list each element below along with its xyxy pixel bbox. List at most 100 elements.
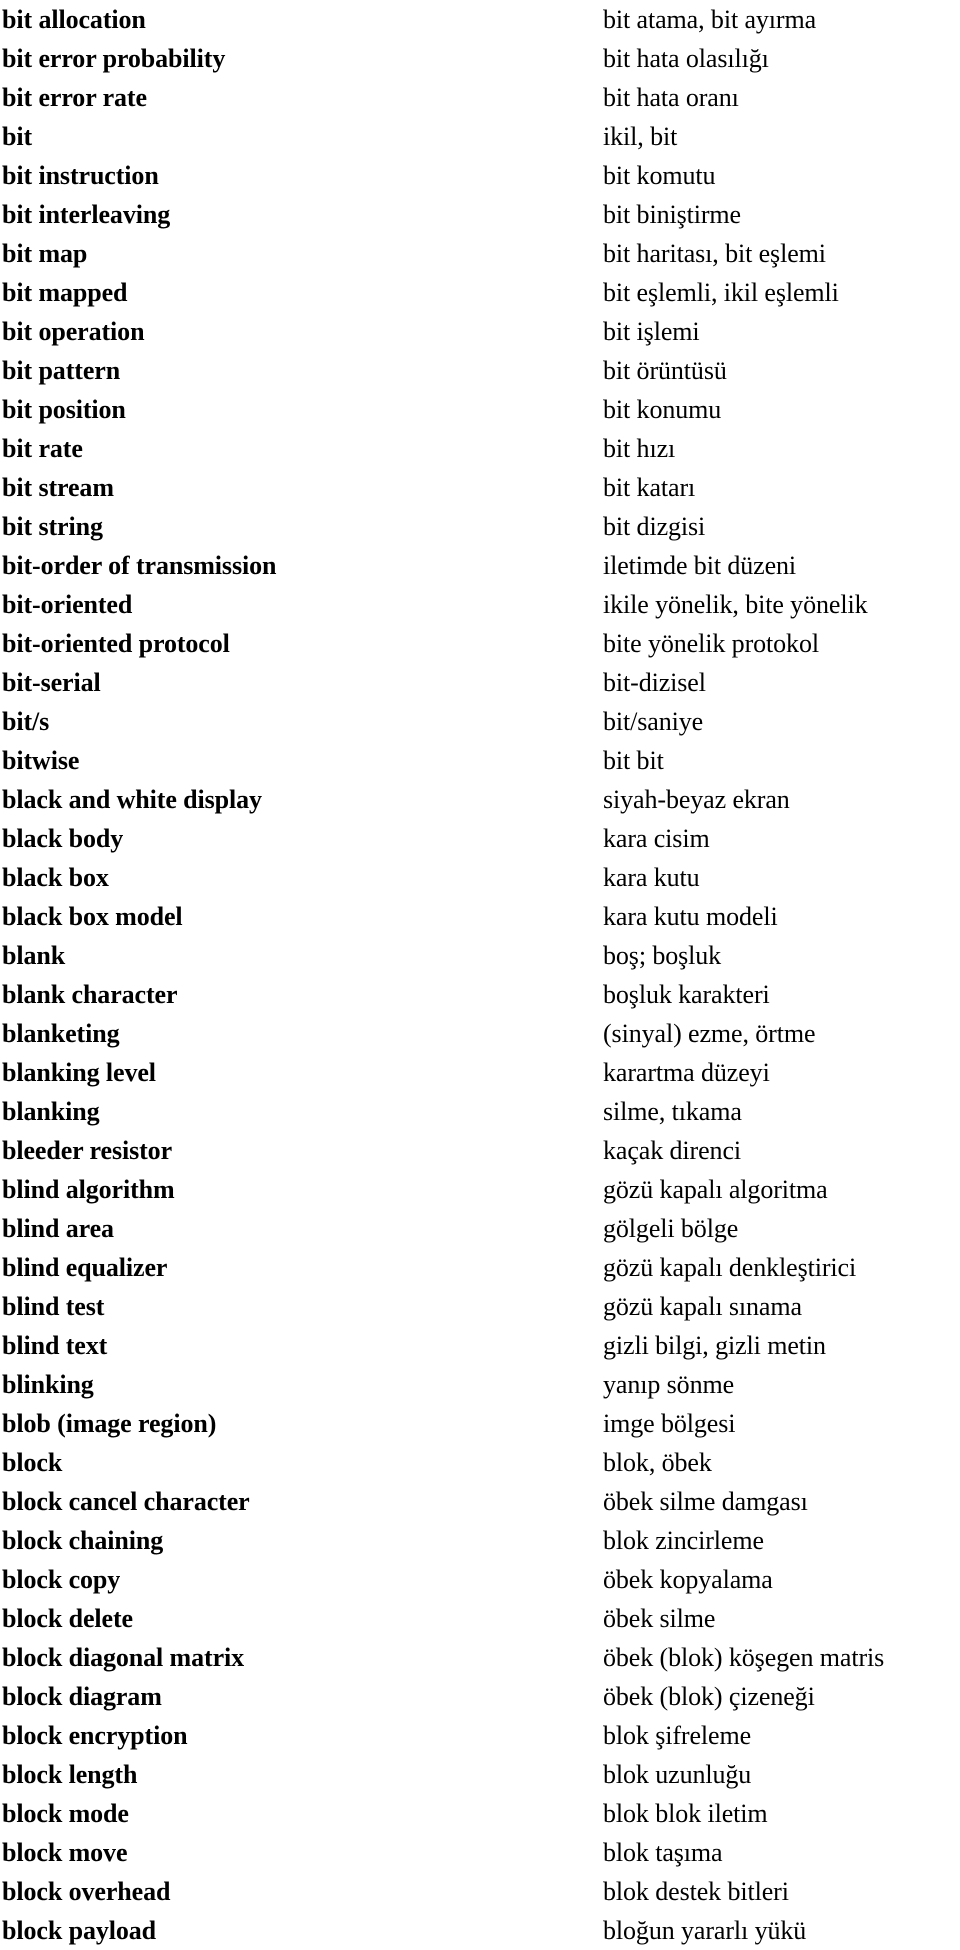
target-term: bit bit [603, 746, 664, 775]
target-term: blok uzunluğu [603, 1760, 752, 1789]
source-term: bit [2, 122, 33, 151]
target-term: gölgeli bölge [603, 1214, 739, 1243]
source-term: block chaining [2, 1526, 164, 1555]
glossary-row: block payload bloğun yararlı yükü [0, 1911, 960, 1950]
source-term: black box model [2, 902, 183, 931]
source-term: blanking level [2, 1058, 156, 1087]
glossary-row: block mode blok blok iletim [0, 1794, 960, 1833]
glossary-row: bit/s bit/saniye [0, 702, 960, 741]
source-term: black and white display [2, 785, 262, 814]
glossary-row: blank boş; boşluk [0, 936, 960, 975]
glossary-row: bit-serial bit-dizisel [0, 663, 960, 702]
glossary-row: bit map bit haritası, bit eşlemi [0, 234, 960, 273]
target-term: bit hızı [603, 434, 676, 463]
target-term: bit hata oranı [603, 83, 739, 112]
source-term: blank [2, 941, 66, 970]
source-term: bit allocation [2, 5, 146, 34]
target-term: ikile yönelik, bite yönelik [603, 590, 868, 619]
source-term: bit interleaving [2, 200, 171, 229]
source-term: bit mapped [2, 278, 128, 307]
source-term: block payload [2, 1916, 157, 1945]
source-term: blind area [2, 1214, 114, 1243]
target-term: gizli bilgi, gizli metin [603, 1331, 826, 1360]
target-term: bit işlemi [603, 317, 700, 346]
glossary-row: block cancel character öbek silme damgası [0, 1482, 960, 1521]
target-term: bit-dizisel [603, 668, 706, 697]
source-term: bit rate [2, 434, 83, 463]
glossary-row: block encryption blok şifreleme [0, 1716, 960, 1755]
target-term: bit katarı [603, 473, 696, 502]
target-term: ikil, bit [603, 122, 678, 151]
glossary-row: bitwise bit bit [0, 741, 960, 780]
target-term: boşluk karakteri [603, 980, 770, 1009]
source-term: block length [2, 1760, 138, 1789]
source-term: blob (image region) [2, 1409, 217, 1438]
target-term: öbek (blok) çizeneği [603, 1682, 815, 1711]
source-term: blind test [2, 1292, 105, 1321]
glossary-row: blank character boşluk karakteri [0, 975, 960, 1014]
glossary-row: bleeder resistor kaçak direnci [0, 1131, 960, 1170]
glossary-row: blind equalizer gözü kapalı denkleştirici [0, 1248, 960, 1287]
target-term: bit konumu [603, 395, 722, 424]
source-term: block overhead [2, 1877, 171, 1906]
target-term: bit/saniye [603, 707, 704, 736]
glossary-row: block move blok taşıma [0, 1833, 960, 1872]
source-term: bit position [2, 395, 126, 424]
source-term: block mode [2, 1799, 129, 1828]
target-term: bit haritası, bit eşlemi [603, 239, 826, 268]
target-term: silme, tıkama [603, 1097, 742, 1126]
target-term: blok şifreleme [603, 1721, 752, 1750]
source-term: block copy [2, 1565, 121, 1594]
glossary-row: bit-oriented protocol bite yönelik protok… [0, 624, 960, 663]
source-term: bit-serial [2, 668, 101, 697]
source-term: blanketing [2, 1019, 120, 1048]
glossary-row: bit-order of transmission iletimde bit dü… [0, 546, 960, 585]
glossary-row: block delete öbek silme [0, 1599, 960, 1638]
source-term: block diagonal matrix [2, 1643, 245, 1672]
source-term: bit operation [2, 317, 145, 346]
glossary-row: bit-oriented ikile yönelik, bite yönelik [0, 585, 960, 624]
source-term: bitwise [2, 746, 80, 775]
source-term: bit instruction [2, 161, 159, 190]
target-term: bit dizgisi [603, 512, 706, 541]
source-term: bit error rate [2, 83, 147, 112]
target-term: öbek kopyalama [603, 1565, 773, 1594]
target-term: kaçak direnci [603, 1136, 742, 1165]
target-term: bit atama, bit ayırma [603, 5, 817, 34]
glossary-row: blinking yanıp sönme [0, 1365, 960, 1404]
target-term: blok, öbek [603, 1448, 712, 1477]
target-term: blok blok iletim [603, 1799, 768, 1828]
target-term: bit örüntüsü [603, 356, 727, 385]
source-term: blind algorithm [2, 1175, 175, 1204]
glossary-row: blind area gölgeli bölge [0, 1209, 960, 1248]
source-term: bit-oriented [2, 590, 133, 619]
target-term: blok destek bitleri [603, 1877, 789, 1906]
target-term: bite yönelik protokol [603, 629, 819, 658]
glossary-row: bit error probability bit hata olasılığı [0, 39, 960, 78]
glossary-row: blind test gözü kapalı sınama [0, 1287, 960, 1326]
target-term: bit hata olasılığı [603, 44, 769, 73]
target-term: kara cisim [603, 824, 710, 853]
source-term: blinking [2, 1370, 94, 1399]
source-term: bit error probability [2, 44, 226, 73]
source-term: black box [2, 863, 109, 892]
glossary-row: block blok, öbek [0, 1443, 960, 1482]
source-term: bit stream [2, 473, 114, 502]
target-term: gözü kapalı algoritma [603, 1175, 828, 1204]
source-term: block delete [2, 1604, 133, 1633]
target-term: öbek silme [603, 1604, 716, 1633]
target-term: (sinyal) ezme, örtme [603, 1019, 816, 1048]
source-term: block cancel character [2, 1487, 250, 1516]
source-term: bit/s [2, 707, 50, 736]
glossary-row: blanking silme, tıkama [0, 1092, 960, 1131]
source-term: bit-oriented protocol [2, 629, 230, 658]
glossary-row: blind text gizli bilgi, gizli metin [0, 1326, 960, 1365]
glossary-row: block length blok uzunluğu [0, 1755, 960, 1794]
glossary-list: bit allocation bit atama, bit ayırma bit e… [0, 0, 960, 1950]
source-term: black body [2, 824, 124, 853]
glossary-row: blind algorithm gözü kapalı algoritma [0, 1170, 960, 1209]
glossary-row: black box kara kutu [0, 858, 960, 897]
source-term: block encryption [2, 1721, 188, 1750]
glossary-row: bit stream bit katarı [0, 468, 960, 507]
glossary-row: black body kara cisim [0, 819, 960, 858]
